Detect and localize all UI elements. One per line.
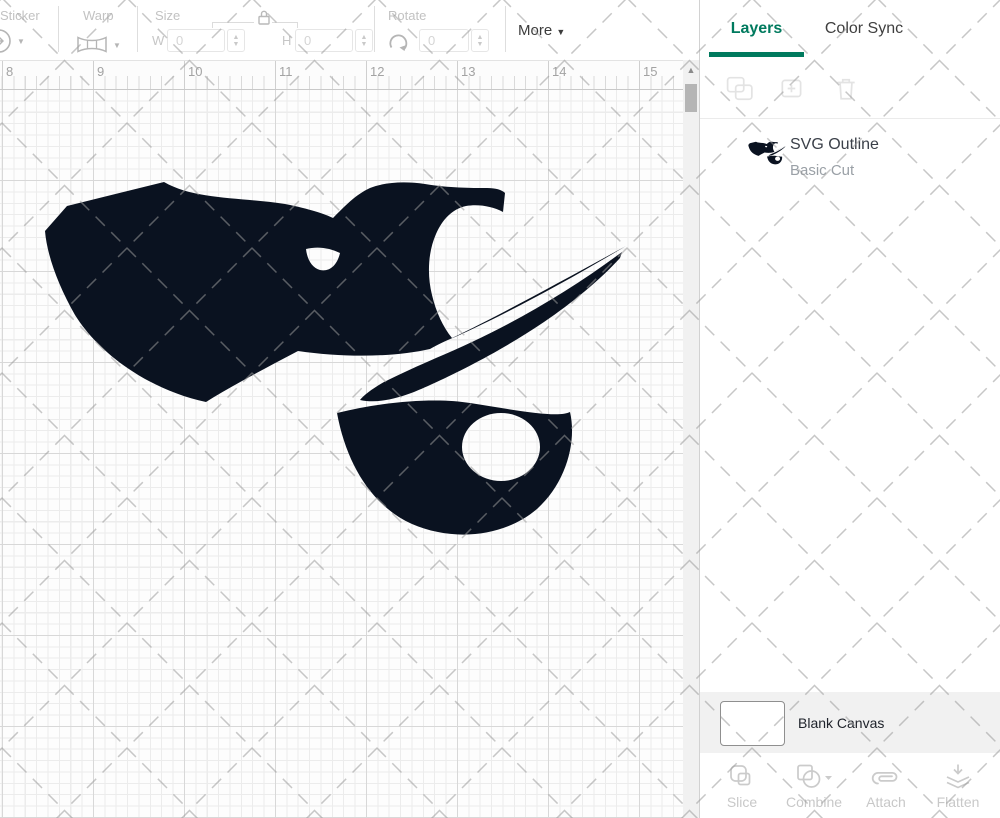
stepper-down-icon[interactable]: ▼ [233,41,240,48]
ruler-tick-label: 14 [552,64,566,79]
combine-icon [795,763,833,791]
toolbar-divider [505,6,506,52]
active-tab-underline [709,52,804,57]
stepper-down-icon[interactable]: ▼ [361,41,368,48]
canvas-color-swatch[interactable] [720,701,785,746]
canvas-background-label: Blank Canvas [798,715,884,731]
scrollbar-up-arrow-icon[interactable]: ▲ [683,65,699,75]
toolbar-divider [137,6,138,52]
flatten-icon [943,763,973,791]
delete-icon[interactable] [832,76,860,102]
flatten-label: Flatten [926,794,990,810]
toolbar-divider [374,6,375,52]
width-input[interactable]: 0 [167,29,225,52]
toolbar-divider [58,6,59,52]
svg-design-elephant[interactable] [0,62,683,818]
tab-color-sync[interactable]: Color Sync [812,0,916,57]
sticker-dropdown-chevron-icon[interactable]: ▼ [17,37,25,46]
attach-icon [869,767,903,791]
stepper-down-icon[interactable]: ▼ [477,41,484,48]
sticker-label: Sticker [0,8,40,23]
ruler-tick-label: 13 [461,64,475,79]
warp-label: Warp [83,8,114,23]
height-stepper[interactable]: ▲ ▼ [355,29,373,52]
ruler-tick-label: 10 [188,64,202,79]
lock-aspect-icon[interactable] [257,9,271,26]
ruler-tick-label: 15 [643,64,657,79]
height-input[interactable]: 0 [295,29,353,52]
height-label: H [282,33,291,48]
sticker-icon[interactable] [0,28,12,54]
layer-title: SVG Outline [790,136,879,154]
slice-label: Slice [710,794,774,810]
tab-layers-label: Layers [731,20,783,37]
flatten-button[interactable]: Flatten [926,761,990,810]
app-window: Sticker ▼ Warp ▼ Size W 0 ▲ ▼ H 0 [0,0,1000,818]
stepper-up-icon[interactable]: ▲ [477,34,484,41]
rotate-label: Rotate [388,8,426,23]
layer-list-item[interactable]: SVG Outline Basic Cut [700,124,1000,196]
stepper-up-icon[interactable]: ▲ [361,34,368,41]
width-stepper[interactable]: ▲ ▼ [227,29,245,52]
canvas-vertical-scrollbar[interactable]: ▲ [683,60,699,818]
layer-thumbnail [748,140,786,166]
slice-button[interactable]: Slice [710,761,774,810]
attach-label: Attach [854,794,918,810]
tab-color-sync-label: Color Sync [825,20,903,37]
warp-dropdown-chevron-icon[interactable]: ▼ [113,41,121,50]
canvas-background-row: Blank Canvas [700,692,1000,753]
stepper-up-icon[interactable]: ▲ [233,34,240,41]
slice-icon [727,763,757,791]
combine-label: Combine [782,794,846,810]
width-label: W [152,33,164,48]
combine-button[interactable]: Combine [782,761,846,810]
layer-actions-bar: Slice Combine Attach [700,753,1000,818]
size-label: Size [155,8,180,23]
size-link-wire [272,22,298,28]
ruler-tick-label: 11 [279,64,293,79]
more-chevron-icon: ▼ [556,27,565,37]
group-icon[interactable] [726,76,754,102]
tab-layers[interactable]: Layers [709,0,804,57]
scrollbar-thumb[interactable] [685,84,697,112]
rotate-stepper[interactable]: ▲ ▼ [471,29,489,52]
panel-divider [700,118,1000,119]
ruler-tick-label: 12 [370,64,384,79]
rotate-icon[interactable] [386,32,411,55]
size-link-wire [212,22,254,28]
duplicate-icon[interactable] [778,76,806,102]
ruler-tick-label: 8 [6,64,13,79]
edit-toolbar: Sticker ▼ Warp ▼ Size W 0 ▲ ▼ H 0 [0,0,700,60]
layers-panel: Layers Color Sync SVG Outline Basic Cut [699,0,1000,818]
more-button[interactable]: More ▼ [518,22,565,39]
more-label: More [518,22,552,39]
warp-icon[interactable] [76,34,108,55]
ruler-tick-label: 9 [97,64,104,79]
layer-linetype: Basic Cut [790,162,854,179]
attach-button[interactable]: Attach [854,761,918,810]
rotate-input[interactable]: 0 [419,29,469,52]
horizontal-ruler: 8 9 10 11 12 13 14 15 [0,60,683,90]
